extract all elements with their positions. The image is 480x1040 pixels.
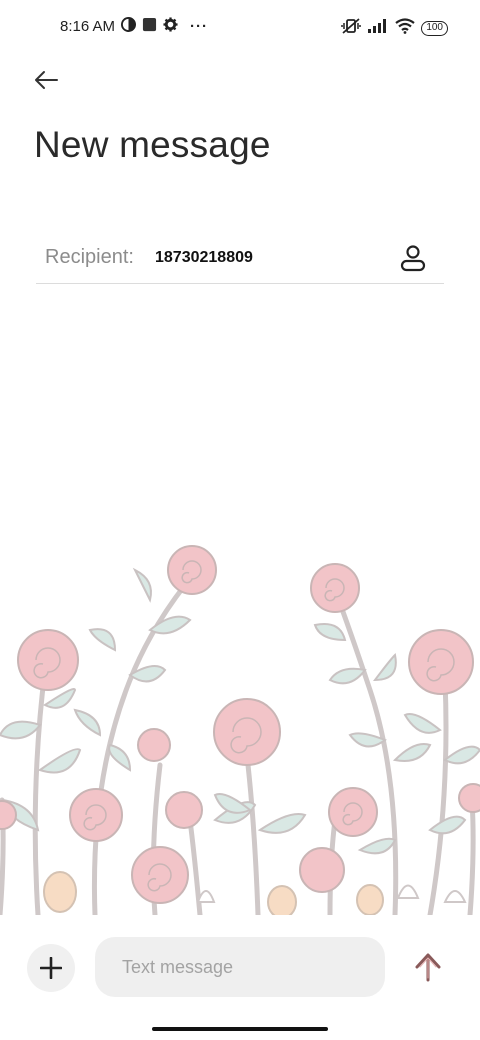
battery-icon: 100 — [421, 20, 448, 36]
contact-person-icon — [400, 245, 426, 272]
back-arrow-icon — [35, 71, 58, 89]
mute-vibrate-icon — [341, 17, 362, 39]
send-arrow-icon — [415, 953, 441, 982]
more-dots-icon: ··· — [190, 18, 209, 35]
recipient-field[interactable]: Recipient: 18730218809 — [36, 234, 444, 284]
recipient-label: Recipient: — [45, 246, 134, 268]
app-square-icon — [142, 17, 157, 36]
wifi-icon — [395, 18, 415, 38]
contact-picker-button[interactable] — [398, 242, 428, 274]
signal-icon — [367, 18, 389, 38]
status-left: 8:16 AM ··· — [60, 17, 208, 36]
rose-background-illustration — [0, 545, 480, 915]
recipient-value[interactable]: 18730218809 — [155, 249, 253, 267]
status-time: 8:16 AM — [60, 18, 116, 35]
plus-icon — [40, 957, 62, 979]
gear-icon — [163, 17, 178, 36]
message-input[interactable] — [95, 937, 385, 997]
home-indicator[interactable] — [152, 1027, 328, 1031]
send-button[interactable] — [410, 949, 446, 985]
battery-level: 100 — [426, 22, 443, 33]
vpn-icon — [121, 17, 137, 36]
compose-bar — [0, 915, 480, 1040]
page-title: New message — [34, 124, 271, 165]
status-right: 100 — [341, 17, 448, 39]
status-bar: 8:16 AM ··· 100 — [0, 0, 480, 56]
back-button[interactable] — [28, 64, 64, 96]
add-attachment-button[interactable] — [27, 944, 75, 992]
